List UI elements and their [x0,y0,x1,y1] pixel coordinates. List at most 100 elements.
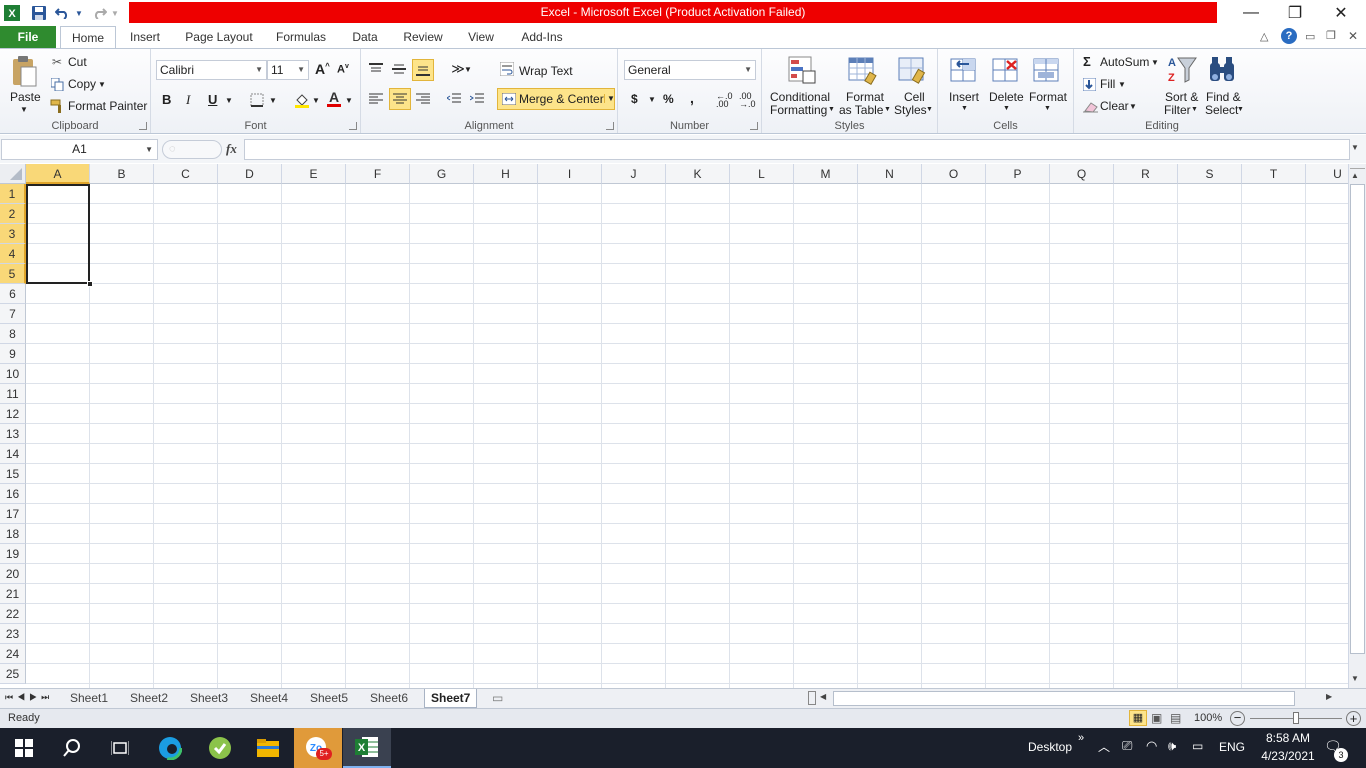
page-layout-view-icon[interactable]: ▣ [1151,711,1162,725]
row-header-10[interactable]: 10 [0,364,26,384]
copy-dropdown-icon[interactable]: ▼ [98,80,106,89]
tab-insert[interactable]: Insert [122,26,168,49]
format-cells-icon[interactable] [1031,54,1063,86]
undo-icon[interactable] [50,3,74,23]
find-select-button[interactable]: Find & [1206,90,1241,104]
row-header-2[interactable]: 2 [0,204,26,224]
collapse-ribbon-icon[interactable]: △ [1260,30,1268,43]
excel-taskbar-icon[interactable]: X [343,728,391,768]
number-format-select[interactable]: General ▼ [624,60,756,80]
row-header-17[interactable]: 17 [0,504,26,524]
autosum-icon[interactable]: Σ [1083,54,1091,69]
zoom-out-icon[interactable]: − [1230,711,1245,726]
column-header-b[interactable]: B [90,164,154,184]
align-left-icon[interactable] [367,90,385,108]
copy-button[interactable]: Copy [68,77,96,91]
row-header-18[interactable]: 18 [0,524,26,544]
doc-close-icon[interactable]: ✕ [1348,29,1358,43]
wrap-text-icon[interactable] [499,61,515,77]
underline-dropdown-icon[interactable]: ▼ [225,96,233,105]
redo-icon[interactable] [90,3,110,23]
row-header-16[interactable]: 16 [0,484,26,504]
help-icon[interactable]: ? [1281,28,1297,44]
row-header-15[interactable]: 15 [0,464,26,484]
sort-dropdown-icon[interactable]: ▼ [1191,106,1198,113]
sheet-tab-sheet4[interactable]: Sheet4 [244,689,294,708]
align-center-icon[interactable] [389,88,411,110]
sheet-tab-sheet5[interactable]: Sheet5 [304,689,354,708]
grow-font-icon[interactable]: A^ [315,61,330,77]
save-icon[interactable] [28,3,50,23]
currency-button[interactable]: $ [631,92,638,106]
sort-filter-icon[interactable]: AZ [1166,53,1198,87]
clock-time[interactable]: 8:58 AM [1258,731,1318,745]
delete-button[interactable]: Delete [989,90,1024,104]
row-header-9[interactable]: 9 [0,344,26,364]
shrink-font-icon[interactable]: Av [337,63,349,76]
insert-function-icon[interactable]: fx [226,141,237,157]
tab-page-layout[interactable]: Page Layout [180,26,258,49]
underline-button[interactable]: U [208,92,217,107]
row-header-3[interactable]: 3 [0,224,26,244]
normal-view-icon[interactable]: ▦ [1129,710,1147,726]
tab-formulas[interactable]: Formulas [270,26,332,49]
autosum-dropdown-icon[interactable]: ▼ [1151,58,1159,67]
format-dropdown-icon[interactable]: ▼ [1044,105,1051,112]
edge-browser-icon[interactable] [146,728,194,768]
vertical-scrollbar[interactable]: ▲ ▼ [1348,164,1366,688]
percent-button[interactable]: % [663,92,674,106]
zoom-slider-thumb[interactable] [1293,712,1299,724]
sort-filter-button[interactable]: Sort & [1165,90,1198,104]
sheet-tab-sheet7[interactable]: Sheet7 [424,689,478,708]
zoom-level[interactable]: 100% [1194,712,1222,724]
row-header-1[interactable]: 1 [0,184,26,204]
align-middle-icon[interactable] [390,60,408,78]
column-header-g[interactable]: G [410,164,474,184]
formula-bar-expand-icon[interactable]: ▼ [1351,143,1359,152]
borders-dropdown-icon[interactable]: ▼ [269,96,277,105]
align-top-icon[interactable] [367,60,385,78]
increase-indent-icon[interactable] [468,90,486,108]
font-color-dropdown-icon[interactable]: ▼ [345,96,353,105]
column-header-k[interactable]: K [666,164,730,184]
row-header-22[interactable]: 22 [0,604,26,624]
orientation-dropdown-icon[interactable]: ▼ [464,65,472,74]
increase-decimal-icon[interactable]: ←.0.00 [716,92,733,109]
task-view-icon[interactable] [96,728,144,768]
borders-icon[interactable] [249,92,265,108]
restore-icon[interactable]: ❐ [1272,0,1318,26]
clock-date[interactable]: 4/23/2021 [1254,749,1322,763]
sheet-tab-sheet3[interactable]: Sheet3 [184,689,234,708]
column-header-t[interactable]: T [1242,164,1306,184]
zoom-app-icon[interactable]: Zo 5+ [294,728,342,768]
insert-button[interactable]: Insert [949,90,979,104]
cut-button[interactable]: Cut [68,55,87,69]
row-header-19[interactable]: 19 [0,544,26,564]
undo-dropdown-icon[interactable]: ▼ [74,3,84,23]
paste-button[interactable]: Paste [10,90,41,104]
page-break-view-icon[interactable]: ▤ [1170,711,1181,725]
delete-dropdown-icon[interactable]: ▼ [1003,105,1010,112]
redo-dropdown-icon[interactable]: ▼ [110,3,120,23]
clear-button[interactable]: Clear [1100,99,1129,113]
merge-center-button[interactable]: Merge & Center ▼ [497,88,615,110]
tab-file[interactable]: File [0,26,56,48]
fill-color-icon[interactable] [293,91,311,109]
name-box[interactable]: A1 ▼ [1,139,158,160]
row-header-13[interactable]: 13 [0,424,26,444]
scroll-down-icon[interactable]: ▼ [1351,674,1359,683]
search-icon[interactable] [48,728,96,768]
fill-dropdown-icon[interactable]: ▼ [1118,80,1126,89]
column-header-m[interactable]: M [794,164,858,184]
paste-icon[interactable] [8,55,40,89]
column-header-u[interactable]: U [1306,164,1348,184]
worksheet-grid[interactable]: ABCDEFGHIJKLMNOPQRSTU 1 2 3 4 5 6 7 8 9 10 11 12 13 1… [0,164,1348,688]
alignment-launcher-icon[interactable] [606,122,614,130]
row-header-23[interactable]: 23 [0,624,26,644]
row-header-12[interactable]: 12 [0,404,26,424]
insert-sheet-icon[interactable]: ▭ [492,691,503,705]
comma-button[interactable]: , [690,90,694,106]
sheet-tab-sheet6[interactable]: Sheet6 [364,689,414,708]
format-table-dropdown-icon[interactable]: ▼ [884,106,891,113]
format-painter-button[interactable]: Format Painter [68,99,147,113]
